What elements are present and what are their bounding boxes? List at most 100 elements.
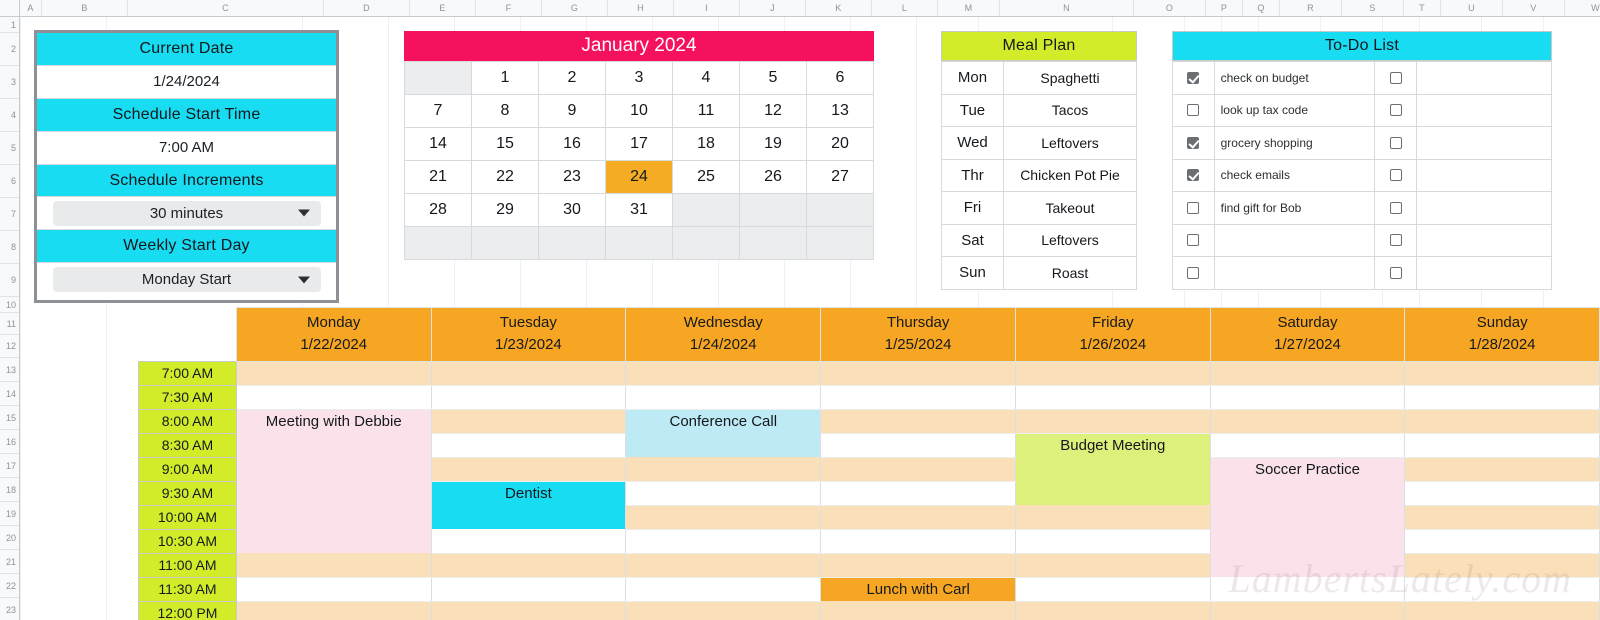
column-header-j[interactable]: J <box>740 0 806 16</box>
schedule-empty-slot[interactable] <box>625 528 822 554</box>
column-header-v[interactable]: V <box>1503 0 1565 16</box>
todo-notes-cell[interactable] <box>1416 61 1552 95</box>
schedule-empty-slot[interactable] <box>1014 360 1211 386</box>
schedule-event-continuation[interactable] <box>1014 481 1211 505</box>
checkbox-icon[interactable] <box>1187 104 1200 117</box>
column-header-h[interactable]: H <box>608 0 674 16</box>
schedule-empty-slot[interactable] <box>625 552 822 578</box>
column-header-p[interactable]: P <box>1206 0 1243 16</box>
schedule-empty-slot[interactable] <box>235 600 432 620</box>
month-day-25[interactable]: 25 <box>672 160 740 194</box>
schedule-empty-slot[interactable] <box>1404 600 1600 620</box>
month-day-7[interactable]: 7 <box>404 94 472 128</box>
column-header-f[interactable]: F <box>476 0 542 16</box>
checkbox-icon[interactable] <box>1187 234 1200 247</box>
meal-value-mon[interactable]: Spaghetti <box>1003 61 1137 95</box>
column-header-q[interactable]: Q <box>1243 0 1280 16</box>
column-header-e[interactable]: E <box>410 0 476 16</box>
schedule-event-continuation[interactable] <box>1209 553 1406 577</box>
schedule-event[interactable]: Budget Meeting <box>1014 433 1211 457</box>
schedule-empty-slot[interactable] <box>625 600 822 620</box>
todo-notes-cell[interactable] <box>1416 256 1552 290</box>
todo-checkbox-cell[interactable] <box>1172 256 1215 290</box>
schedule-empty-slot[interactable] <box>820 456 1016 482</box>
month-day-4[interactable]: 4 <box>672 61 740 95</box>
schedule-empty-slot[interactable] <box>625 384 822 410</box>
month-day-9[interactable]: 9 <box>538 94 606 128</box>
month-cell-empty[interactable] <box>739 226 807 260</box>
row-header-15[interactable]: 15 <box>0 406 19 430</box>
row-header-8[interactable]: 8 <box>0 231 19 264</box>
row-header-12[interactable]: 12 <box>0 335 19 358</box>
month-day-30[interactable]: 30 <box>538 193 606 227</box>
checkbox-icon[interactable] <box>1389 201 1402 214</box>
row-header-14[interactable]: 14 <box>0 382 19 406</box>
schedule-empty-slot[interactable] <box>625 480 822 506</box>
todo-checkbox-cell[interactable] <box>1172 61 1215 95</box>
row-header-23[interactable]: 23 <box>0 598 19 620</box>
row-header-bar[interactable]: 1 2 3 4 5 6 7 8 9 10 11 12 13 14 15 16 17 18 19 20 21 22 23 <box>0 17 20 620</box>
month-cell-empty[interactable] <box>471 226 539 260</box>
row-header-9[interactable]: 9 <box>0 264 19 297</box>
schedule-empty-slot[interactable] <box>430 408 627 434</box>
schedule-empty-slot[interactable] <box>1209 600 1406 620</box>
schedule-empty-slot[interactable] <box>1404 384 1600 410</box>
month-day-13[interactable]: 13 <box>806 94 874 128</box>
todo-secondary-checkbox-cell[interactable] <box>1374 256 1418 290</box>
schedule-empty-slot[interactable] <box>235 576 432 602</box>
schedule-empty-slot[interactable] <box>820 432 1016 458</box>
checkbox-icon[interactable] <box>1389 266 1402 279</box>
schedule-empty-slot[interactable] <box>1404 504 1600 530</box>
column-header-n[interactable]: N <box>1000 0 1134 16</box>
meal-value-tue[interactable]: Tacos <box>1003 93 1137 127</box>
row-header-18[interactable]: 18 <box>0 478 19 502</box>
schedule-empty-slot[interactable] <box>820 480 1016 506</box>
schedule-empty-slot[interactable] <box>1014 576 1211 602</box>
month-day-24[interactable]: 24 <box>605 160 673 194</box>
month-cell-empty[interactable] <box>672 193 740 227</box>
month-cell-empty[interactable] <box>806 193 874 227</box>
todo-checkbox-cell[interactable] <box>1172 158 1215 192</box>
schedule-event-continuation[interactable] <box>235 529 432 553</box>
column-header-l[interactable]: L <box>872 0 938 16</box>
schedule-empty-slot[interactable] <box>820 600 1016 620</box>
schedule-empty-slot[interactable] <box>1209 360 1406 386</box>
schedule-empty-slot[interactable] <box>1404 456 1600 482</box>
column-header-d[interactable]: D <box>324 0 410 16</box>
schedule-empty-slot[interactable] <box>235 552 432 578</box>
row-header-2[interactable]: 2 <box>0 33 19 66</box>
schedule-event-continuation[interactable] <box>1209 529 1406 553</box>
todo-task-text[interactable]: check on budget <box>1213 61 1376 95</box>
month-day-23[interactable]: 23 <box>538 160 606 194</box>
todo-checkbox-cell[interactable] <box>1172 93 1215 127</box>
month-cell-empty[interactable] <box>672 226 740 260</box>
schedule-event[interactable]: Soccer Practice <box>1209 457 1406 481</box>
month-day-28[interactable]: 28 <box>404 193 472 227</box>
row-header-10[interactable]: 10 <box>0 297 19 313</box>
todo-checkbox-cell[interactable] <box>1172 126 1215 160</box>
schedule-start-time-value[interactable]: 7:00 AM <box>37 131 336 165</box>
column-header-b[interactable]: B <box>42 0 128 16</box>
todo-notes-cell[interactable] <box>1416 191 1552 225</box>
schedule-event-continuation[interactable] <box>1209 481 1406 505</box>
month-day-31[interactable]: 31 <box>605 193 673 227</box>
schedule-empty-slot[interactable] <box>1209 576 1406 602</box>
todo-secondary-checkbox-cell[interactable] <box>1374 223 1418 257</box>
todo-notes-cell[interactable] <box>1416 158 1552 192</box>
schedule-event[interactable]: Conference Call <box>625 409 822 433</box>
month-day-27[interactable]: 27 <box>806 160 874 194</box>
row-header-21[interactable]: 21 <box>0 550 19 574</box>
todo-secondary-checkbox-cell[interactable] <box>1374 126 1418 160</box>
todo-task-text[interactable]: find gift for Bob <box>1213 191 1376 225</box>
schedule-empty-slot[interactable] <box>430 552 627 578</box>
checkbox-icon[interactable] <box>1187 266 1200 279</box>
schedule-event-continuation[interactable] <box>235 457 432 481</box>
meal-value-wed[interactable]: Leftovers <box>1003 126 1137 160</box>
checkbox-icon[interactable] <box>1389 104 1402 117</box>
schedule-empty-slot[interactable] <box>1209 384 1406 410</box>
column-header-c[interactable]: C <box>128 0 324 16</box>
todo-secondary-checkbox-cell[interactable] <box>1374 158 1418 192</box>
month-day-10[interactable]: 10 <box>605 94 673 128</box>
row-header-22[interactable]: 22 <box>0 574 19 598</box>
todo-task-text[interactable]: check emails <box>1213 158 1376 192</box>
